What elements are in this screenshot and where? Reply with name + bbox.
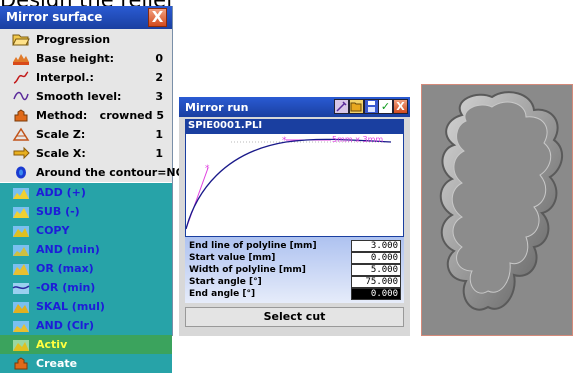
menu-item-scale-z[interactable]: Scale Z: 1 <box>0 125 172 144</box>
create-icon <box>14 357 28 370</box>
end-angle-input[interactable] <box>351 288 401 300</box>
scale-x-icon <box>13 146 30 160</box>
method-icon <box>14 109 28 122</box>
menu-item-activ[interactable]: Activ <box>0 335 172 354</box>
start-tangent-marker: * <box>205 164 210 174</box>
open-folder-icon[interactable] <box>349 99 364 114</box>
param-label: Start value [mm] <box>189 253 276 263</box>
menu-item-scale-x[interactable]: Scale X: 1 <box>0 144 172 163</box>
menu-item-value: 1 <box>155 147 163 160</box>
sub-icon <box>13 207 29 218</box>
menu-item-label: SUB (-) <box>36 205 80 218</box>
profile-preview: * * 5mm x 3mm <box>185 133 404 237</box>
param-label: End line of polyline [mm] <box>189 241 317 251</box>
param-row-end-angle: End angle [°] <box>185 288 404 301</box>
menu-item-label: Scale Z: <box>36 128 86 141</box>
mirror-surface-menu: Progression Base height: 0 Interpol.: 2 <box>0 30 185 373</box>
menu-item-progression[interactable]: Progression <box>0 30 172 49</box>
add-icon <box>13 188 29 199</box>
menu-item-and-min[interactable]: AND (min) <box>0 240 172 259</box>
menu-item-label: Progression <box>36 33 111 46</box>
and-min-icon <box>13 245 29 256</box>
menu-item-smooth-level[interactable]: Smooth level: 3 <box>0 87 172 106</box>
folder-open-icon <box>12 34 30 46</box>
width-input[interactable] <box>351 264 401 276</box>
start-angle-input[interactable] <box>351 276 401 288</box>
base-height-icon <box>13 54 29 65</box>
mirror-run-title: Mirror run <box>185 101 249 114</box>
menu-item-copy[interactable]: COPY <box>0 221 172 240</box>
menu-item-value: 3 <box>155 90 163 103</box>
close-button[interactable]: X <box>148 8 167 27</box>
menu-item-label: Activ <box>36 338 68 351</box>
menu-item-base-height[interactable]: Base height: 0 <box>0 49 172 68</box>
menu-item-value: 0 <box>155 52 163 65</box>
parameter-panel: End line of polyline [mm] Start value [m… <box>185 237 404 303</box>
end-line-input[interactable] <box>351 240 401 252</box>
mirror-surface-title: Mirror surface <box>6 10 103 24</box>
copy-icon <box>13 226 29 237</box>
plot-annotation: 5mm x 3mm <box>332 135 383 144</box>
menu-item-label: OR (max) <box>36 262 94 275</box>
menu-item-neg-or-min[interactable]: -OR (min) <box>0 278 172 297</box>
interpolation-icon <box>13 71 29 84</box>
menu-item-label: Base height: <box>36 52 115 65</box>
menu-item-label: Method: <box>36 109 88 122</box>
menu-item-label: AND (min) <box>36 243 100 256</box>
select-cut-button[interactable]: Select cut <box>185 307 404 327</box>
wizard-icon[interactable] <box>334 99 349 114</box>
mirror-run-titlebar[interactable]: Mirror run ✓ X <box>179 97 410 117</box>
menu-item-label: Around the contour=NO <box>36 166 185 179</box>
relief-preview <box>421 84 573 336</box>
menu-item-label: AND (Clr) <box>36 319 95 332</box>
check-icon[interactable]: ✓ <box>378 99 393 114</box>
menu-item-value: 1 <box>155 128 163 141</box>
param-label: Width of polyline [mm] <box>189 265 306 275</box>
mirror-surface-window: Mirror surface X Progression Base height… <box>0 6 185 373</box>
menu-item-create[interactable]: Create <box>0 354 172 373</box>
menu-item-label: COPY <box>36 224 70 237</box>
param-label: End angle [°] <box>189 289 256 299</box>
or-max-icon <box>13 264 29 275</box>
scale-z-icon <box>12 127 30 141</box>
mirror-surface-titlebar[interactable]: Mirror surface X <box>0 6 172 29</box>
menu-item-label: Scale X: <box>36 147 86 160</box>
mirror-run-window: Mirror run ✓ X SPIE0001.PLI * * 5mm x 3m… <box>179 97 410 336</box>
menu-item-add[interactable]: ADD (+) <box>0 183 172 202</box>
menu-item-value: 2 <box>155 71 163 84</box>
menu-item-skal-mul[interactable]: SKAL (mul) <box>0 297 172 316</box>
menu-item-sub[interactable]: SUB (-) <box>0 202 172 221</box>
file-name: SPIE0001.PLI <box>185 119 404 133</box>
menu-item-label: Create <box>36 357 78 370</box>
menu-item-label: Smooth level: <box>36 90 122 103</box>
profile-curve-svg: * * 5mm x 3mm <box>185 135 392 230</box>
and-clr-icon <box>13 321 29 332</box>
save-icon[interactable] <box>364 99 379 114</box>
start-value-input[interactable] <box>351 252 401 264</box>
skal-mul-icon <box>13 302 29 313</box>
param-label: Start angle [°] <box>189 277 262 287</box>
neg-or-min-icon <box>12 283 30 294</box>
menu-item-and-clr[interactable]: AND (Clr) <box>0 316 172 335</box>
profile-curve <box>185 138 392 230</box>
menu-item-interpolation[interactable]: Interpol.: 2 <box>0 68 172 87</box>
activ-icon <box>13 340 29 351</box>
menu-item-label: SKAL (mul) <box>36 300 105 313</box>
menu-item-label: Interpol.: <box>36 71 94 84</box>
menu-item-label: ADD (+) <box>36 186 86 199</box>
menu-item-label: -OR (min) <box>36 281 96 294</box>
contour-icon <box>16 166 26 179</box>
relief-shape <box>439 91 564 311</box>
smooth-icon <box>13 91 29 101</box>
menu-item-around-contour[interactable]: Around the contour=NO <box>0 163 185 183</box>
menu-item-or-max[interactable]: OR (max) <box>0 259 172 278</box>
menu-item-value: crowned 5 <box>99 109 164 122</box>
end-tangent-marker: * <box>282 136 287 146</box>
close-icon[interactable]: X <box>393 99 408 114</box>
menu-item-method[interactable]: Method: crowned 5 <box>0 106 172 125</box>
